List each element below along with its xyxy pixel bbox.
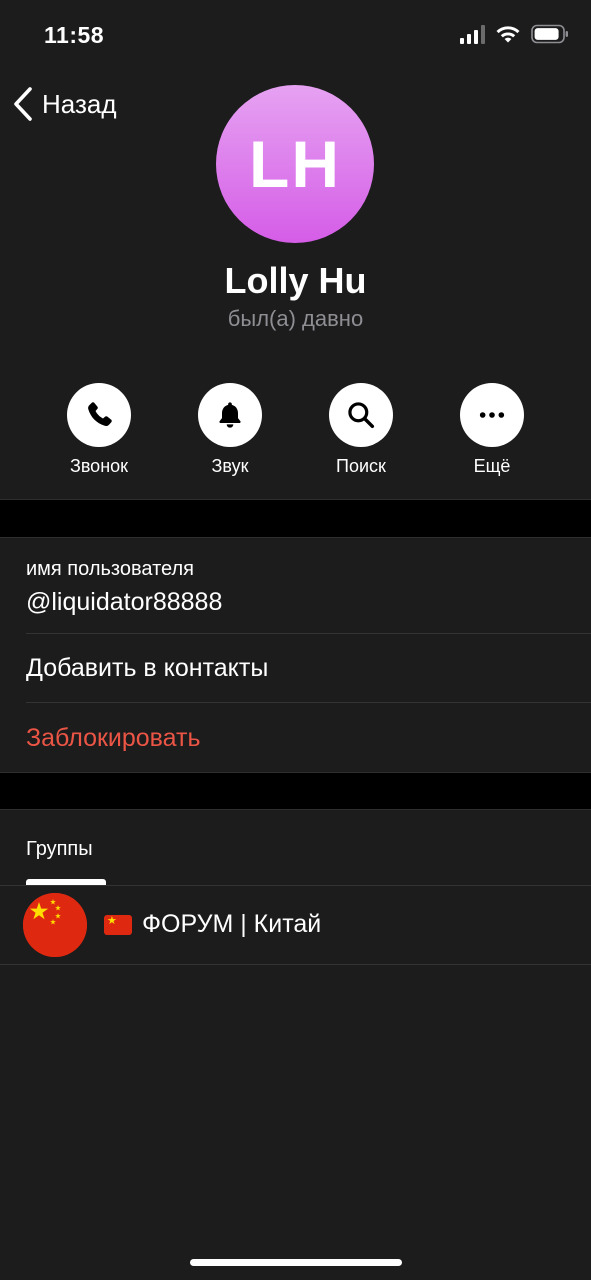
section-gap <box>0 773 591 809</box>
profile-last-seen: был(а) давно <box>227 306 364 331</box>
group-title: ФОРУМ | Китай <box>142 910 322 938</box>
back-label: Назад <box>42 88 117 119</box>
flag-emoji-icon <box>104 914 132 935</box>
search-button[interactable]: Поиск <box>306 383 416 477</box>
block-label: Заблокировать <box>26 724 201 752</box>
more-button[interactable]: Ещё <box>437 383 547 477</box>
more-label: Ещё <box>473 456 511 476</box>
phone-icon <box>88 402 112 427</box>
block-row[interactable]: Заблокировать <box>0 703 591 772</box>
status-icons <box>460 24 569 44</box>
profile-name: Lolly Hu <box>224 260 367 301</box>
battery-icon <box>531 24 568 44</box>
call-button[interactable]: Звонок <box>44 383 154 477</box>
chevron-left-icon <box>14 87 32 121</box>
tab-groups[interactable]: Группы <box>26 838 93 861</box>
profile-avatar[interactable]: LH <box>216 85 374 243</box>
group-avatar-image <box>23 893 87 957</box>
profile-screen: 11:58 Назад LH Lolly Hu был(а) давно Зво… <box>0 0 591 1280</box>
sound-label: Звук <box>211 456 249 476</box>
group-list-item[interactable]: ФОРУМ | Китай <box>0 886 591 964</box>
home-indicator[interactable] <box>190 1259 402 1266</box>
search-icon <box>348 402 375 429</box>
section-gap <box>0 500 591 537</box>
group-title-wrap: ФОРУМ | Китай <box>104 910 321 939</box>
call-label: Звонок <box>69 456 129 476</box>
back-button[interactable]: Назад <box>12 86 117 122</box>
search-label: Поиск <box>336 456 386 476</box>
add-contact-label: Добавить в контакты <box>26 654 269 682</box>
status-time: 11:58 <box>44 22 105 48</box>
more-icon <box>479 412 505 418</box>
sound-button[interactable]: Звук <box>175 383 285 477</box>
action-bar: Звонок Звук Поиск Ещё <box>0 383 591 493</box>
cellular-signal-icon <box>460 24 485 44</box>
china-flag-icon <box>23 893 87 957</box>
divider <box>0 964 591 965</box>
add-contact-row[interactable]: Добавить в контакты <box>0 634 591 702</box>
username-value: @liquidator88888 <box>26 588 223 616</box>
avatar-initials: LH <box>249 127 341 201</box>
groups-tab-bar: Группы <box>0 810 591 885</box>
username-row[interactable]: имя пользователя @liquidator88888 <box>0 538 591 633</box>
username-caption: имя пользователя <box>26 558 194 580</box>
status-bar: 11:58 <box>0 0 591 72</box>
wifi-icon <box>496 26 520 43</box>
bell-icon <box>219 402 241 428</box>
